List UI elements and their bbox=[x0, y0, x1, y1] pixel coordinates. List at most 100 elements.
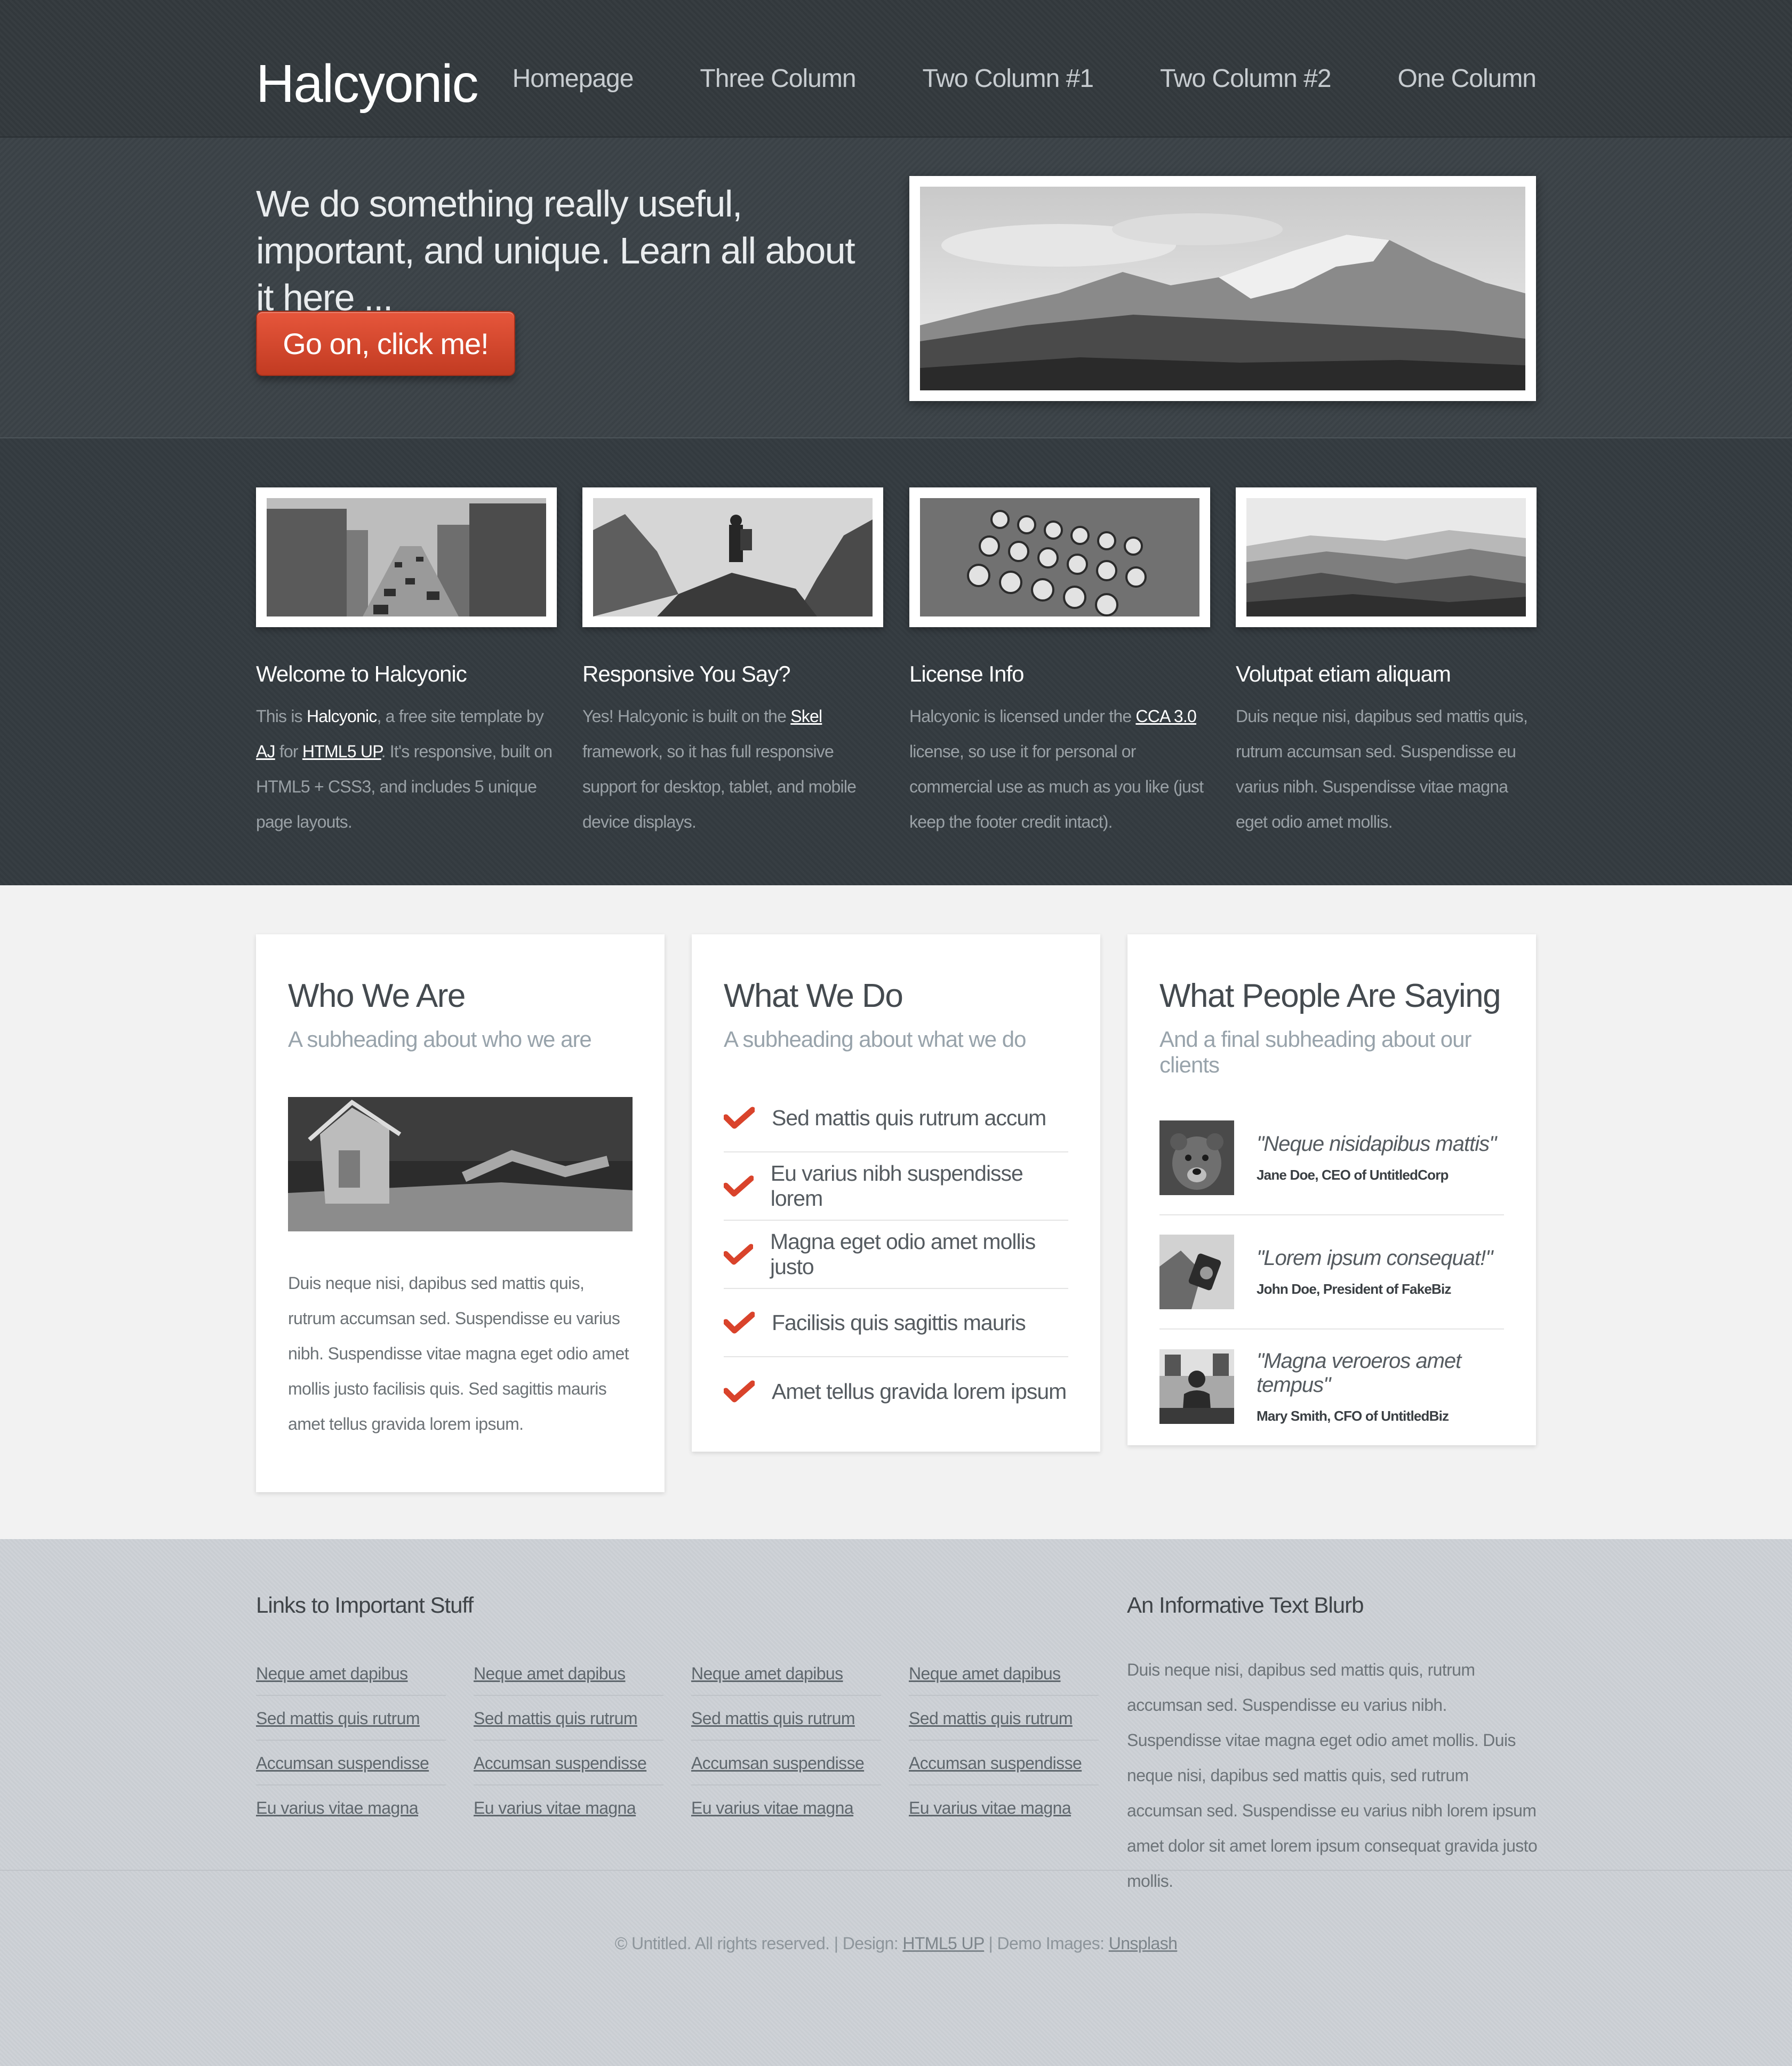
footer-link[interactable]: Neque amet dapibus bbox=[474, 1651, 663, 1696]
footer-link[interactable]: Accumsan suspendisse bbox=[474, 1741, 663, 1785]
license-link[interactable]: CCA 3.0 bbox=[1135, 707, 1196, 726]
feature-responsive: Responsive You Say? Yes! Halcyonic is bu… bbox=[582, 487, 883, 839]
site-logo[interactable]: Halcyonic bbox=[256, 53, 478, 115]
link-column: Neque amet dapibus Sed mattis quis rutru… bbox=[474, 1651, 663, 1830]
footer-link[interactable]: Sed mattis quis rutrum bbox=[909, 1696, 1099, 1741]
text-fragment: This is bbox=[256, 707, 307, 726]
testimonial: "Neque nisidapibus mattis" Jane Doe, CEO… bbox=[1159, 1101, 1504, 1215]
list-item: Eu varius nibh suspendisse lorem bbox=[724, 1152, 1068, 1221]
typewriter-photo bbox=[920, 498, 1199, 616]
hiker-photo bbox=[593, 498, 873, 616]
who-we-are-box: Who We Are A subheading about who we are… bbox=[256, 934, 665, 1492]
footer-link[interactable]: Accumsan suspendisse bbox=[256, 1741, 446, 1785]
nav-two-column-2[interactable]: Two Column #2 bbox=[1160, 64, 1331, 93]
link-column: Neque amet dapibus Sed mattis quis rutru… bbox=[256, 1651, 446, 1830]
list-item-label: Sed mattis quis rutrum accum bbox=[772, 1105, 1046, 1130]
blurb-text: Duis neque nisi, dapibus sed mattis quis… bbox=[1127, 1660, 1538, 1891]
what-we-do-box: What We Do A subheading about what we do… bbox=[692, 934, 1100, 1452]
feature-image-frame[interactable] bbox=[582, 487, 883, 627]
box-subtitle: A subheading about what we do bbox=[724, 1027, 1026, 1052]
features-section: Welcome to Halcyonic This is Halcyonic, … bbox=[0, 438, 1792, 885]
footer-link[interactable]: Eu varius vitae magna bbox=[474, 1785, 663, 1830]
design-credit-link[interactable]: HTML5 UP bbox=[902, 1934, 984, 1953]
list-item: Sed mattis quis rutrum accum bbox=[724, 1084, 1068, 1152]
footer-link[interactable]: Sed mattis quis rutrum bbox=[256, 1696, 446, 1741]
footer-link[interactable]: Neque amet dapibus bbox=[256, 1651, 446, 1696]
footer-divider bbox=[0, 1870, 1792, 1871]
feature-welcome: Welcome to Halcyonic This is Halcyonic, … bbox=[256, 487, 557, 839]
footer-link[interactable]: Neque amet dapibus bbox=[691, 1651, 881, 1696]
cta-button[interactable]: Go on, click me! bbox=[256, 311, 515, 376]
copyright: © Untitled. All rights reserved. | Desig… bbox=[0, 1934, 1792, 1953]
checkmark-icon bbox=[724, 1244, 754, 1265]
feature-text: This is Halcyonic, a free site template … bbox=[256, 699, 557, 839]
feature-image-frame[interactable] bbox=[1236, 487, 1537, 627]
feature-volutpat: Volutpat etiam aliquam Duis neque nisi, … bbox=[1236, 487, 1537, 839]
feature-title: License Info bbox=[909, 661, 1025, 686]
box-title: Who We Are bbox=[288, 978, 466, 1014]
feature-checklist: Sed mattis quis rutrum accum Eu varius n… bbox=[724, 1084, 1068, 1426]
brand-name: Halcyonic bbox=[306, 707, 377, 726]
text-fragment: , a free site template by bbox=[377, 707, 544, 726]
checkmark-icon bbox=[724, 1311, 755, 1334]
footer-link[interactable]: Accumsan suspendisse bbox=[909, 1741, 1099, 1785]
list-item-label: Magna eget odio amet mollis justo bbox=[770, 1229, 1036, 1279]
box-text: Duis neque nisi, dapibus sed mattis quis… bbox=[288, 1274, 629, 1434]
skel-link[interactable]: Skel bbox=[790, 707, 822, 726]
footer-link[interactable]: Eu varius vitae magna bbox=[691, 1785, 881, 1830]
list-item: Magna eget odio amet mollis justo bbox=[724, 1221, 1068, 1289]
site-footer: Links to Important Stuff Neque amet dapi… bbox=[0, 1539, 1792, 2066]
text-fragment: for bbox=[275, 742, 302, 761]
testimonials-box: What People Are Saying And a final subhe… bbox=[1127, 934, 1536, 1445]
text-fragment: Halcyonic is licensed under the bbox=[909, 707, 1136, 726]
footer-link[interactable]: Eu varius vitae magna bbox=[256, 1785, 446, 1830]
seated-person-photo bbox=[1159, 1349, 1234, 1424]
box-title: What We Do bbox=[724, 978, 903, 1014]
cabin-photo[interactable] bbox=[288, 1097, 633, 1231]
testimonial-body: "Magna veroeros amet tempus" Mary Smith,… bbox=[1257, 1349, 1504, 1424]
nav-two-column-1[interactable]: Two Column #1 bbox=[923, 64, 1094, 93]
list-item: Facilisis quis sagittis mauris bbox=[724, 1289, 1068, 1357]
nav-one-column[interactable]: One Column bbox=[1398, 64, 1537, 93]
mountain-range-photo bbox=[920, 187, 1525, 390]
list-item-label: Eu varius nibh suspendisse lorem bbox=[770, 1161, 1023, 1211]
footer-link[interactable]: Eu varius vitae magna bbox=[909, 1785, 1099, 1830]
testimonial-quote: "Magna veroeros amet tempus" bbox=[1257, 1349, 1461, 1397]
nav-homepage[interactable]: Homepage bbox=[513, 64, 634, 93]
link-column: Neque amet dapibus Sed mattis quis rutru… bbox=[691, 1651, 881, 1830]
footer-link[interactable]: Sed mattis quis rutrum bbox=[691, 1696, 881, 1741]
list-item: Amet tellus gravida lorem ipsum bbox=[724, 1357, 1068, 1426]
main-section: Who We Are A subheading about who we are… bbox=[0, 885, 1792, 1539]
list-item-label: Amet tellus gravida lorem ipsum bbox=[772, 1379, 1067, 1404]
banner-image-frame bbox=[909, 176, 1536, 401]
feature-text: Yes! Halcyonic is built on the Skel fram… bbox=[582, 699, 883, 839]
testimonial: "Lorem ipsum consequat!" John Doe, Presi… bbox=[1159, 1215, 1504, 1330]
links-heading: Links to Important Stuff bbox=[256, 1592, 474, 1617]
testimonial: "Magna veroeros amet tempus" Mary Smith,… bbox=[1159, 1330, 1504, 1444]
checkmark-icon bbox=[724, 1107, 755, 1129]
box-title: What People Are Saying bbox=[1159, 978, 1501, 1014]
author-link[interactable]: AJ bbox=[256, 742, 276, 761]
feature-image-frame[interactable] bbox=[256, 487, 557, 627]
images-credit-link[interactable]: Unsplash bbox=[1109, 1934, 1178, 1953]
main-nav: Homepage Three Column Two Column #1 Two … bbox=[513, 64, 1537, 93]
footer-link[interactable]: Neque amet dapibus bbox=[909, 1651, 1099, 1696]
feature-title: Welcome to Halcyonic bbox=[256, 661, 467, 686]
nav-three-column[interactable]: Three Column bbox=[700, 64, 856, 93]
copyright-text: © Untitled. All rights reserved. | Desig… bbox=[614, 1934, 903, 1953]
feature-text: Halcyonic is licensed under the CCA 3.0 … bbox=[909, 699, 1210, 839]
feature-title: Volutpat etiam aliquam bbox=[1236, 661, 1451, 686]
testimonial-author: Jane Doe, CEO of UntitledCorp bbox=[1257, 1167, 1449, 1183]
html5up-link[interactable]: HTML5 UP bbox=[302, 742, 382, 761]
testimonial-quote: "Lorem ipsum consequat!" bbox=[1257, 1246, 1493, 1270]
testimonial-author: John Doe, President of FakeBiz bbox=[1257, 1281, 1451, 1297]
footer-link[interactable]: Sed mattis quis rutrum bbox=[474, 1696, 663, 1741]
bear-photo bbox=[1159, 1120, 1234, 1195]
footer-link[interactable]: Accumsan suspendisse bbox=[691, 1741, 881, 1785]
box-subtitle: And a final subheading about our clients bbox=[1159, 1027, 1472, 1077]
feature-image-frame[interactable] bbox=[909, 487, 1210, 627]
list-item-label: Facilisis quis sagittis mauris bbox=[772, 1310, 1026, 1335]
testimonial-body: "Lorem ipsum consequat!" John Doe, Presi… bbox=[1257, 1246, 1493, 1298]
testimonial-body: "Neque nisidapibus mattis" Jane Doe, CEO… bbox=[1257, 1132, 1497, 1183]
city-traffic-photo bbox=[267, 498, 546, 616]
